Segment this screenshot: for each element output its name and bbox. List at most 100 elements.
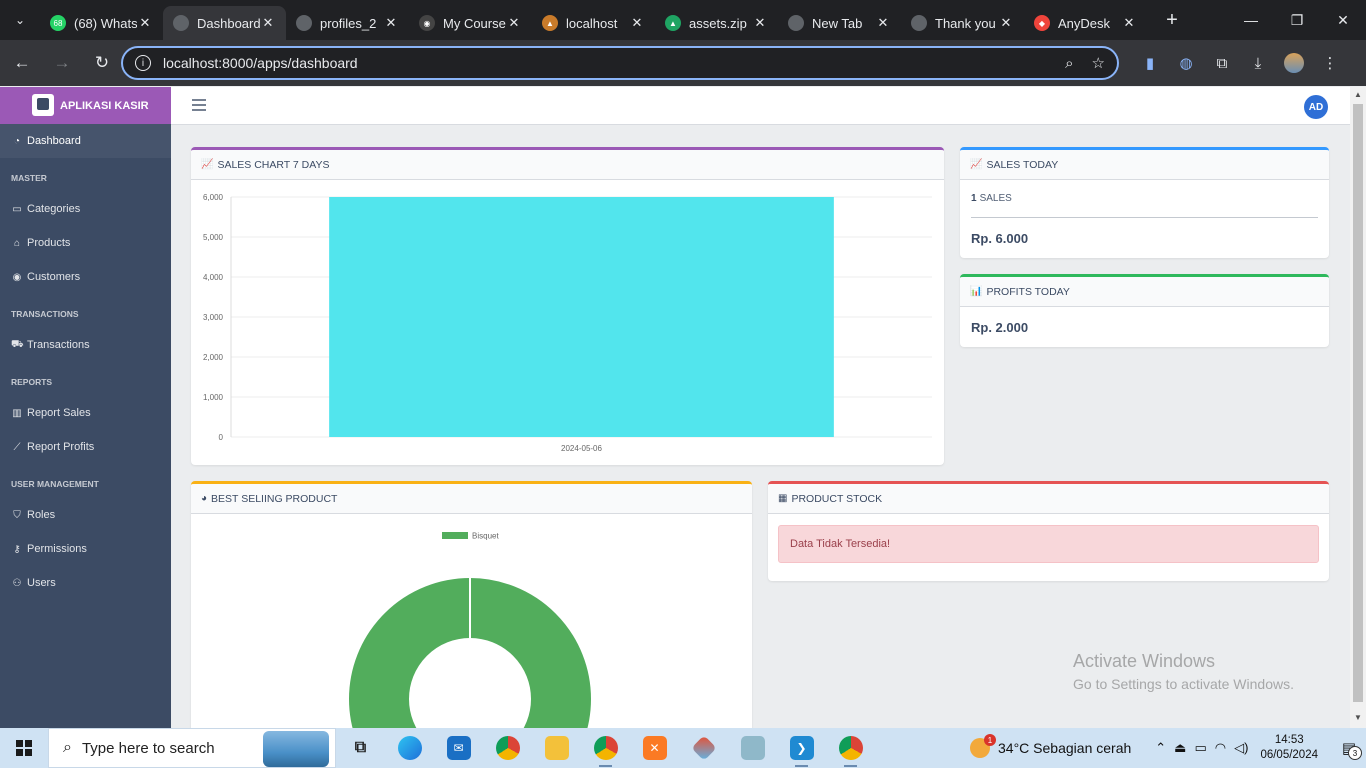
restore-button[interactable]: ❐ (1274, 0, 1320, 40)
browser-tab[interactable]: ▲ localhost ✕ (532, 6, 655, 40)
sidebar-item-label: Customers (27, 271, 81, 283)
tab-favicon-icon: ◉ (419, 15, 435, 31)
close-tab-icon[interactable]: ✕ (506, 15, 522, 31)
tab-title: localhost (566, 15, 618, 31)
close-tab-icon[interactable]: ✕ (260, 15, 276, 31)
browser-tab[interactable]: 68 (68) WhatsApp✕ (40, 6, 163, 40)
chrome-icon (593, 736, 618, 760)
bookmark-star-icon[interactable]: ☆ (1092, 54, 1105, 72)
edge-extension-icon[interactable]: ◍ (1168, 54, 1204, 72)
clock-date: 06/05/2024 (1260, 749, 1318, 761)
git-icon (690, 735, 717, 761)
sidebar-item-transactions[interactable]: ⛟ Transactions (0, 328, 171, 362)
sidebar-item-report-sales[interactable]: ▥ Report Sales (0, 396, 171, 430)
chevron-up-icon[interactable]: ⌃ (1155, 740, 1166, 756)
sidebar-item-label: Users (27, 577, 56, 589)
close-tab-icon[interactable]: ✕ (875, 15, 891, 31)
close-tab-icon[interactable]: ✕ (383, 15, 399, 31)
taskbar-chrome-profile[interactable] (581, 728, 630, 768)
sidebar-item-roles[interactable]: ⛉ Roles (0, 498, 171, 532)
taskbar-edge[interactable] (385, 728, 434, 768)
tab-search-button[interactable]: ⌄ (0, 0, 40, 40)
close-tab-icon[interactable]: ✕ (1121, 15, 1137, 31)
tab-title: assets.zip (689, 15, 747, 31)
sidebar-item-label: Products (27, 237, 71, 249)
wifi-icon[interactable]: ◠ (1215, 740, 1226, 756)
sidebar-item-products[interactable]: ⌂ Products (0, 226, 171, 260)
sidebar-item-permissions[interactable]: ⚷ Permissions (0, 532, 171, 566)
usb-icon[interactable]: ⏏ (1174, 740, 1186, 756)
extension-icon[interactable]: ▮ (1132, 54, 1168, 72)
site-info-icon[interactable]: i (135, 55, 151, 71)
browser-tab[interactable]: ◉ My Courses ✕ (409, 6, 532, 40)
url-text[interactable]: localhost:8000/apps/dashboard (163, 55, 1047, 71)
browser-tab[interactable]: ▲ assets.zip ✕ (655, 6, 778, 40)
sidebar-section-title: REPORTS (11, 377, 53, 387)
zoom-icon[interactable]: ⌕ (1065, 55, 1073, 72)
user-avatar[interactable]: AD (1304, 95, 1328, 119)
puzzle-icon[interactable]: ⧉ (1204, 55, 1240, 72)
back-button[interactable]: ← (4, 45, 40, 81)
line-chart-icon: ⟋ (13, 441, 21, 453)
sidebar-toggle-button[interactable] (192, 99, 206, 114)
tab-favicon-icon: ◆ (1034, 15, 1050, 31)
taskbar-chrome-2[interactable] (826, 728, 875, 768)
sidebar-item-dashboard[interactable]: ◔ Dashboard (0, 124, 171, 158)
sidebar-item-users[interactable]: ⚇ Users (0, 566, 171, 600)
reload-button[interactable]: ↻ (84, 45, 120, 81)
task-view-button[interactable]: ⧉ (336, 728, 385, 768)
task-view-icon: ⧉ (354, 739, 367, 756)
taskbar-clock[interactable]: 14:53 06/05/2024 (1260, 733, 1318, 763)
card-header: 📊 PROFITS TODAY (960, 277, 1329, 307)
page-scrollbar[interactable]: ▲ ▼ (1350, 87, 1366, 728)
sidebar-section-title: USER MANAGEMENT (11, 479, 99, 489)
close-tab-icon[interactable]: ✕ (137, 15, 153, 31)
tab-title: New Tab (812, 15, 863, 31)
close-tab-icon[interactable]: ✕ (752, 15, 768, 31)
battery-icon[interactable]: ▭ (1194, 740, 1206, 756)
minimize-button[interactable]: — (1228, 0, 1274, 40)
sidebar-item-customers[interactable]: ◉ Customers (0, 260, 171, 294)
taskbar-search[interactable]: ⌕ Type here to search (48, 728, 336, 768)
more-menu-icon[interactable]: ⋮ (1312, 54, 1348, 72)
taskbar-xampp[interactable]: ✕ (630, 728, 679, 768)
scroll-up-icon[interactable]: ▲ (1354, 90, 1362, 99)
browser-tab[interactable]: Dashboard ✕ (163, 6, 286, 40)
legend-swatch (442, 532, 468, 539)
scrollbar-thumb[interactable] (1353, 104, 1363, 702)
download-icon[interactable]: ⤓ (1240, 55, 1276, 72)
taskbar-mail[interactable]: ✉ (434, 728, 483, 768)
sidebar-item-report-profits[interactable]: ⟋ Report Profits (0, 430, 171, 464)
sidebar-item-categories[interactable]: ▭ Categories (0, 192, 171, 226)
taskbar-git[interactable] (679, 728, 728, 768)
search-placeholder: Type here to search (81, 739, 215, 757)
close-tab-icon[interactable]: ✕ (998, 15, 1014, 31)
taskbar-app-green[interactable] (728, 728, 777, 768)
browser-tab[interactable]: ◆ AnyDesk ✕ (1024, 6, 1147, 40)
weather-widget[interactable]: 1 34°C Sebagian cerah (970, 734, 1131, 758)
close-window-button[interactable]: ✕ (1320, 0, 1366, 40)
taskbar-vscode[interactable]: ❯ (777, 728, 826, 768)
start-button[interactable] (0, 728, 48, 768)
sidebar-section-title: TRANSACTIONS (11, 309, 79, 319)
browser-tab[interactable]: Thank you ✕ (901, 6, 1024, 40)
tab-favicon-icon (296, 15, 312, 31)
weather-sun-icon: 1 (970, 734, 997, 758)
address-bar[interactable]: i localhost:8000/apps/dashboard ⌕ ☆ (121, 46, 1119, 80)
close-tab-icon[interactable]: ✕ (629, 15, 645, 31)
sidebar-brand[interactable]: APLIKASI KASIR (0, 87, 171, 124)
taskbar-chrome[interactable] (483, 728, 532, 768)
forward-button[interactable]: → (44, 45, 80, 81)
notification-center-button[interactable]: ▤ 3 (1332, 728, 1366, 768)
vscode-icon: ❯ (789, 736, 814, 760)
taskbar-file-explorer[interactable] (532, 728, 581, 768)
scroll-down-icon[interactable]: ▼ (1354, 713, 1362, 722)
browser-tab[interactable]: profiles_2 ✕ (286, 6, 409, 40)
card-title: BEST SELIING PRODUCT (211, 492, 338, 505)
new-tab-button[interactable]: + (1157, 9, 1187, 32)
browser-tab[interactable]: New Tab ✕ (778, 6, 901, 40)
y-tick-label: 2,000 (203, 353, 224, 362)
speaker-icon[interactable]: ◁) (1234, 740, 1248, 756)
profile-avatar[interactable] (1284, 53, 1304, 73)
tab-favicon-icon (788, 15, 804, 31)
